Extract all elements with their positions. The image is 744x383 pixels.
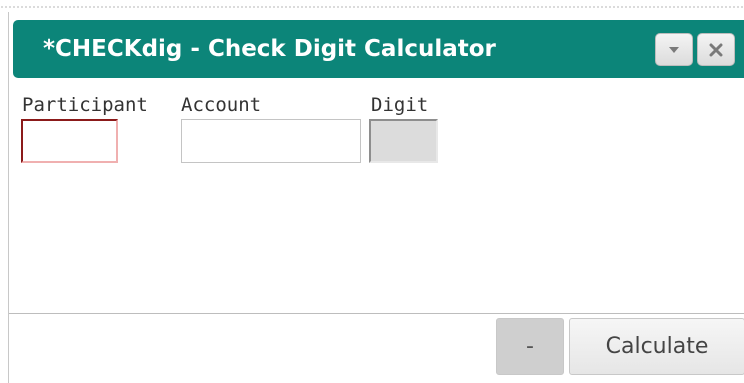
digit-label: Digit (371, 94, 429, 116)
account-label: Account (181, 94, 262, 116)
digit-output (369, 119, 438, 163)
minus-button[interactable]: - (496, 318, 564, 375)
participant-input[interactable] (21, 119, 118, 163)
window-close-button[interactable] (697, 33, 735, 66)
close-icon (709, 43, 723, 57)
calculate-button[interactable]: Calculate (569, 318, 744, 375)
check-digit-window: *CHECKdig - Check Digit Calculator Parti… (8, 12, 744, 383)
account-input[interactable] (181, 119, 361, 163)
window-menu-button[interactable] (655, 33, 693, 66)
chevron-down-icon (668, 46, 680, 54)
window-title: *CHECKdig - Check Digit Calculator (43, 36, 496, 62)
window-titlebar[interactable]: *CHECKdig - Check Digit Calculator (13, 20, 744, 78)
footer-divider (9, 313, 744, 314)
participant-label: Participant (22, 94, 148, 116)
